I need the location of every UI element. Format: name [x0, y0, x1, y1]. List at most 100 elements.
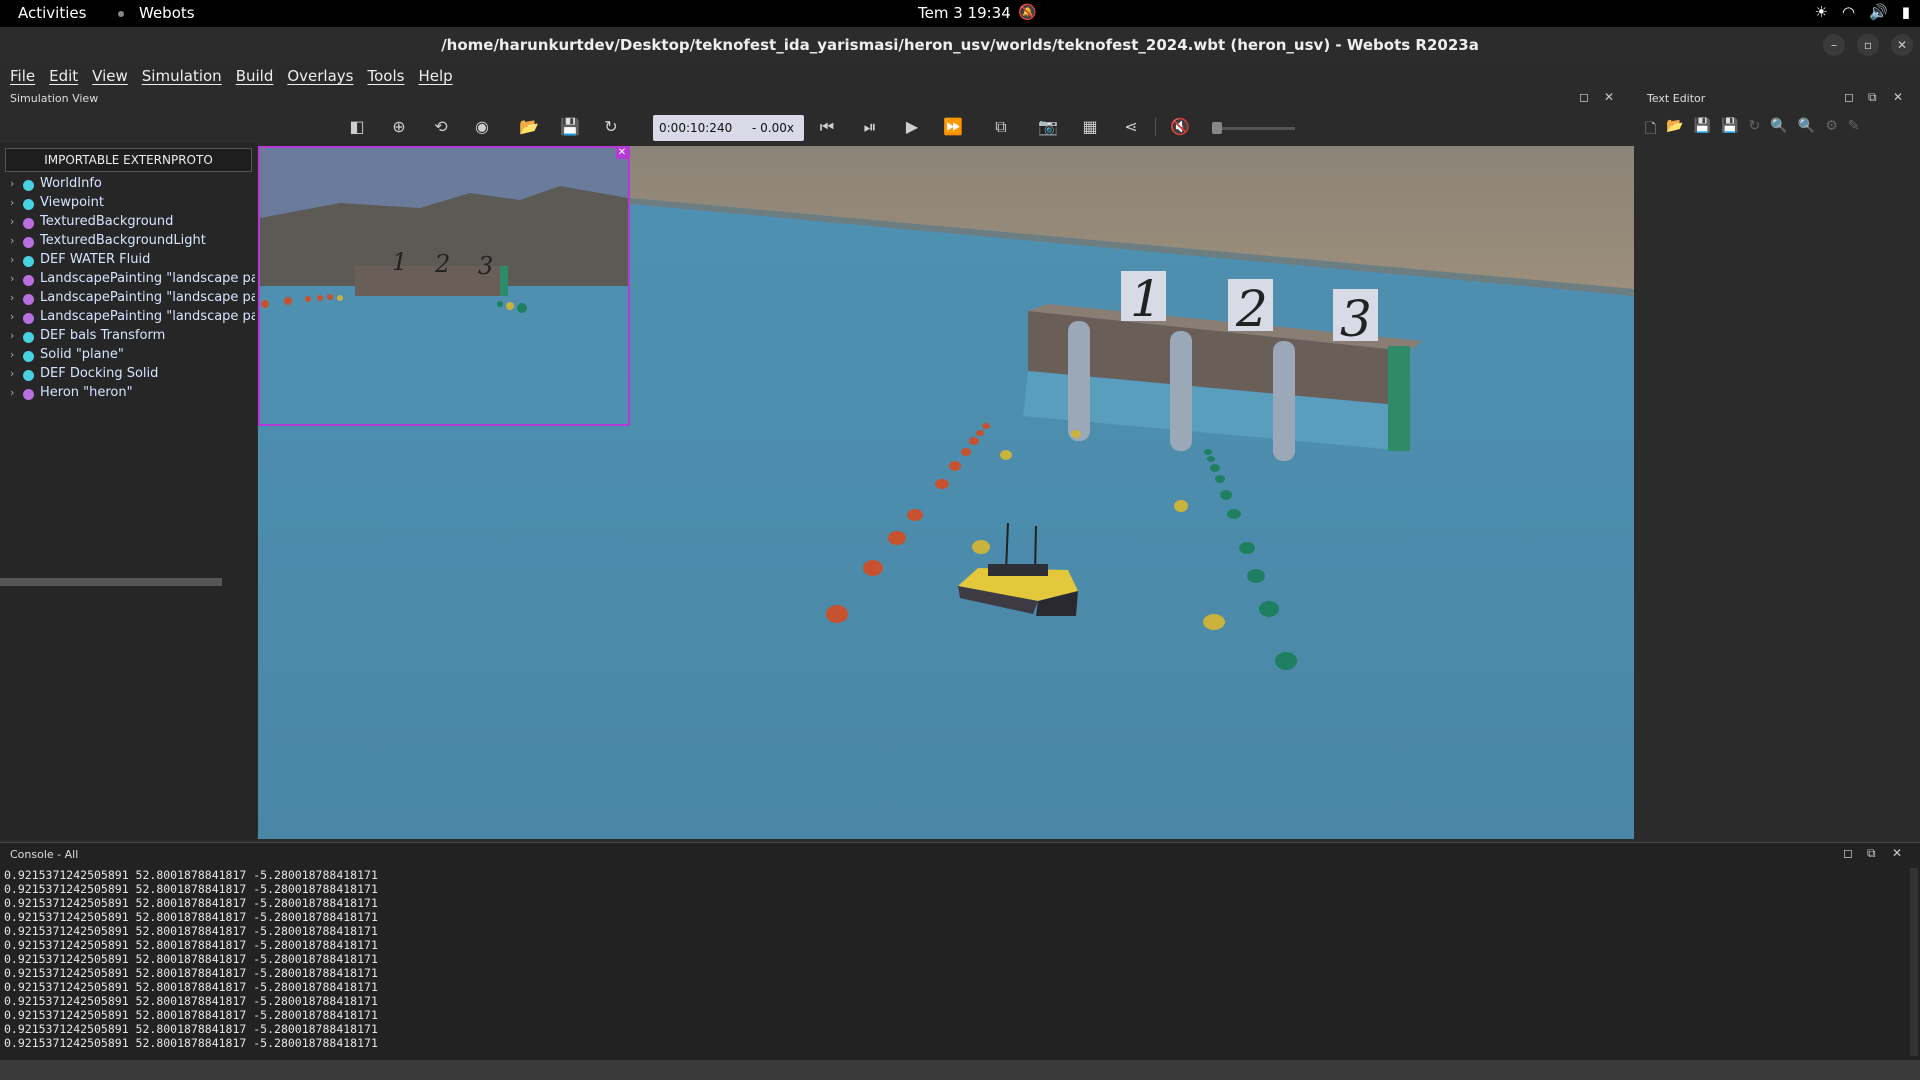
console-float-button[interactable]: ◻ — [1843, 846, 1853, 860]
app-menu-button[interactable]: Webots — [139, 4, 195, 22]
scene-tree-node-label: Heron "heron" — [40, 385, 133, 400]
save-all-icon[interactable]: 💾 — [1721, 118, 1738, 142]
reset-viewpoint-icon[interactable]: ⟲ — [430, 116, 452, 138]
window-title-bar: /home/harunkurtdev/Desktop/teknofest_ida… — [0, 27, 1920, 65]
expand-arrow-icon[interactable]: › — [10, 234, 14, 247]
menu-edit[interactable]: Edit — [44, 64, 83, 88]
menu-help[interactable]: Help — [413, 64, 457, 88]
build-icon[interactable]: ⚙ — [1825, 118, 1838, 142]
scene-tree-node[interactable]: › DEF WATER Fluid — [10, 252, 255, 271]
camera-overlay[interactable]: 1 2 3 — [258, 146, 630, 426]
node-type-icon — [23, 237, 34, 248]
node-type-icon — [23, 351, 34, 362]
fast-forward-icon[interactable]: ⏩ — [942, 116, 964, 138]
console-line: 0.9215371242505891 52.8001878841817 -5.2… — [4, 994, 378, 1008]
revert-icon[interactable]: ↻ — [1749, 118, 1761, 142]
expand-arrow-icon[interactable]: › — [10, 215, 14, 228]
add-node-icon[interactable]: ⊕ — [388, 116, 410, 138]
open-file-icon[interactable]: 📂 — [1666, 118, 1683, 142]
menu-build[interactable]: Build — [231, 64, 279, 88]
expand-arrow-icon[interactable]: › — [10, 291, 14, 304]
menu-tools[interactable]: Tools — [362, 64, 409, 88]
share-icon[interactable]: ⋖ — [1120, 116, 1142, 138]
sim-view-float-button[interactable]: ◻ — [1579, 90, 1589, 104]
scene-tree-node-label: WorldInfo — [40, 176, 102, 191]
screenshot-icon[interactable]: 📷 — [1037, 116, 1059, 138]
close-window-button[interactable]: ✕ — [1891, 34, 1913, 56]
menu-simulation[interactable]: Simulation — [137, 64, 227, 88]
save-file-icon[interactable]: 💾 — [1694, 118, 1711, 142]
replace-icon[interactable]: 🔍 — [1798, 118, 1815, 142]
text-editor-close-button[interactable]: ✕ — [1893, 90, 1903, 104]
scene-tree-node-label: DEF bals Transform — [40, 328, 166, 343]
play-icon[interactable]: ▶ — [901, 116, 923, 138]
minimize-button[interactable]: – — [1823, 34, 1845, 56]
menu-file[interactable]: File — [5, 64, 40, 88]
activities-button[interactable]: Activities — [18, 4, 86, 22]
text-editor-label: Text Editor — [1647, 92, 1706, 105]
expand-arrow-icon[interactable]: › — [10, 367, 14, 380]
scene-tree-node[interactable]: › LandscapePainting "landscape painti — [10, 290, 255, 309]
scene-tree-horizontal-scrollbar[interactable] — [0, 578, 222, 586]
simulation-time-display: 0:00:10:240 - 0.00x — [653, 115, 804, 141]
step-icon[interactable]: ⏯ — [859, 116, 881, 138]
expand-arrow-icon[interactable]: › — [10, 177, 14, 190]
scene-tree-node-label: LandscapePainting "landscape painti — [40, 309, 255, 324]
console-scrollbar[interactable] — [1910, 868, 1918, 1056]
notification-bell-icon: 🔕 — [1018, 3, 1037, 21]
reload-world-icon[interactable]: ↻ — [600, 116, 622, 138]
console-close-button[interactable]: ✕ — [1892, 846, 1902, 860]
camera-image: 1 2 3 — [260, 148, 628, 424]
menu-view[interactable]: View — [87, 64, 133, 88]
node-type-icon — [23, 256, 34, 267]
maximize-button[interactable]: ▫ — [1857, 34, 1879, 56]
console-undock-button[interactable]: ⧉ — [1867, 846, 1876, 861]
scene-tree-node[interactable]: › DEF bals Transform — [10, 328, 255, 347]
volume-slider-handle[interactable] — [1212, 122, 1222, 134]
mute-icon[interactable]: 🔇 — [1169, 116, 1191, 138]
reset-simulation-icon[interactable]: ⏮ — [816, 116, 838, 138]
importable-externproto-button[interactable]: IMPORTABLE EXTERNPROTO — [5, 148, 252, 172]
volume-slider-track[interactable] — [1215, 127, 1295, 130]
scene-tree-node-label: TexturedBackgroundLight — [40, 233, 206, 248]
text-editor-undock-button[interactable]: ⧉ — [1868, 90, 1877, 105]
scene-tree-node[interactable]: › DEF Docking Solid — [10, 366, 255, 385]
expand-arrow-icon[interactable]: › — [10, 386, 14, 399]
scene-tree-node[interactable]: › WorldInfo — [10, 176, 255, 195]
menu-overlays[interactable]: Overlays — [282, 64, 358, 88]
scene-tree-node[interactable]: › TexturedBackground — [10, 214, 255, 233]
open-world-icon[interactable]: 📂 — [518, 116, 540, 138]
expand-arrow-icon[interactable]: › — [10, 196, 14, 209]
find-icon[interactable]: 🔍 — [1770, 118, 1787, 142]
system-tray[interactable]: ☀ ◠ 🔊 ▮ — [1815, 3, 1911, 21]
record-movie-icon[interactable]: ▦ — [1079, 116, 1101, 138]
scene-tree-node[interactable]: › TexturedBackgroundLight — [10, 233, 255, 252]
text-editor-panel: Text Editor ◻ ⧉ ✕ 🗋 📂 💾 💾 ↻ 🔍 🔍 ⚙ ✎ — [1636, 88, 1920, 840]
scene-tree-node[interactable]: › Solid "plane" — [10, 347, 255, 366]
scene-tree-node[interactable]: › Viewpoint — [10, 195, 255, 214]
save-world-icon[interactable]: 💾 — [559, 116, 581, 138]
scene-tree-node[interactable]: › LandscapePainting "landscape painti — [10, 309, 255, 328]
text-editor-float-button[interactable]: ◻ — [1844, 90, 1854, 104]
console-line: 0.9215371242505891 52.8001878841817 -5.2… — [4, 1022, 378, 1036]
dock-number-2: 2 — [1235, 280, 1268, 338]
system-top-bar: Activities Webots Tem 3 19:34 🔕 ☀ ◠ 🔊 ▮ — [0, 0, 1920, 27]
sim-view-close-button[interactable]: ✕ — [1604, 90, 1614, 104]
new-file-icon[interactable]: 🗋 — [1645, 118, 1656, 142]
toggle-scene-tree-icon[interactable]: ◧ — [346, 116, 368, 138]
scene-tree-node[interactable]: › LandscapePainting "landscape painti — [10, 271, 255, 290]
volume-icon: 🔊 — [1869, 3, 1888, 21]
camera-overlay-close-button[interactable]: ✕ — [616, 147, 628, 159]
rendering-toggle-icon[interactable]: ⧉ — [990, 116, 1012, 138]
battery-icon: ▮ — [1901, 3, 1910, 21]
expand-arrow-icon[interactable]: › — [10, 348, 14, 361]
view-options-icon[interactable]: ◉ — [471, 116, 493, 138]
clock[interactable]: Tem 3 19:34 — [918, 4, 1011, 22]
expand-arrow-icon[interactable]: › — [10, 272, 14, 285]
scene-tree-node[interactable]: › Heron "heron" — [10, 385, 255, 404]
expand-arrow-icon[interactable]: › — [10, 253, 14, 266]
clean-icon[interactable]: ✎ — [1848, 118, 1860, 142]
expand-arrow-icon[interactable]: › — [10, 310, 14, 323]
scene-tree-node-label: DEF Docking Solid — [40, 366, 159, 381]
expand-arrow-icon[interactable]: › — [10, 329, 14, 342]
